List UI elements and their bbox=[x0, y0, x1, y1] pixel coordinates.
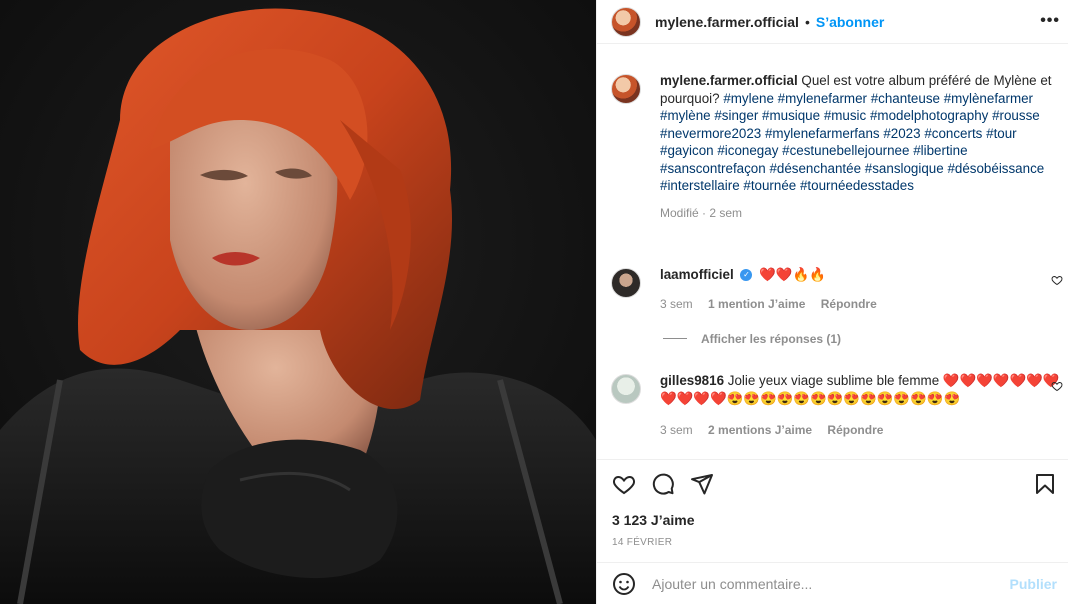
post-side-panel: mylene.farmer.official • S’abonner ••• m… bbox=[596, 0, 1068, 604]
commenter-username[interactable]: gilles9816 bbox=[660, 373, 724, 388]
portrait-image bbox=[0, 0, 596, 604]
replies-divider bbox=[663, 338, 687, 339]
hashtag-link[interactable]: #mylenefarmerfans bbox=[765, 126, 880, 141]
hashtag-link[interactable]: #mylene bbox=[723, 91, 774, 106]
add-comment-bar: Publier bbox=[597, 562, 1068, 604]
hashtag-link[interactable]: #libertine bbox=[913, 143, 967, 158]
more-icon[interactable]: ••• bbox=[1040, 12, 1060, 30]
likes-count[interactable]: 3 123 J’aime bbox=[612, 512, 695, 528]
publish-button[interactable]: Publier bbox=[1010, 576, 1057, 592]
hashtag-link[interactable]: #tournée bbox=[743, 178, 796, 193]
hashtag-link[interactable]: #music bbox=[824, 108, 866, 123]
comment-like-icon[interactable] bbox=[1051, 380, 1063, 392]
hashtag-link[interactable]: #gayicon bbox=[660, 143, 714, 158]
comment-item: laamofficiel ✓ ❤️❤️🔥🔥 3 sem 1 mention J’… bbox=[611, 266, 1063, 346]
hashtag-link[interactable]: #rousse bbox=[992, 108, 1040, 123]
post-date: 14 FÉVRIER bbox=[612, 537, 673, 548]
hashtag-link[interactable]: #concerts bbox=[924, 126, 982, 141]
paper-plane-icon[interactable] bbox=[690, 472, 714, 496]
hashtag-link[interactable]: #interstellaire bbox=[660, 178, 740, 193]
hashtag-link[interactable]: #désobéissance bbox=[947, 161, 1044, 176]
hashtag-link[interactable]: #chanteuse bbox=[871, 91, 940, 106]
hashtag-link[interactable]: #mylène bbox=[660, 108, 711, 123]
author-avatar[interactable] bbox=[611, 6, 641, 37]
action-icons bbox=[612, 472, 729, 496]
post-actions: 3 123 J’aime 14 FÉVRIER Publier bbox=[597, 459, 1068, 604]
view-replies-button[interactable]: Afficher les réponses (1) bbox=[663, 332, 1063, 346]
hashtag-link[interactable]: #tournéedesstades bbox=[800, 178, 914, 193]
comment-time: 3 sem bbox=[660, 423, 693, 437]
verified-badge-icon: ✓ bbox=[740, 269, 753, 282]
comment-item: gilles9816 Jolie yeux viage sublime ble … bbox=[611, 372, 1063, 437]
hashtag-link[interactable]: #modelphotography bbox=[870, 108, 988, 123]
hashtag-link[interactable]: #iconegay bbox=[717, 143, 778, 158]
comment-input[interactable] bbox=[652, 576, 992, 592]
caption-text: mylene.farmer.official Quel est votre al… bbox=[660, 72, 1067, 195]
comment-time: 3 sem bbox=[660, 296, 693, 311]
post-photo[interactable] bbox=[0, 0, 596, 604]
comment-meta: 3 sem 2 mentions J’aime Répondre bbox=[660, 423, 1063, 437]
emoji-icon[interactable] bbox=[612, 572, 636, 596]
comment-meta: 3 sem 1 mention J’aime Répondre bbox=[660, 297, 1063, 311]
hashtag-link[interactable]: #désenchantée bbox=[769, 161, 861, 176]
caption-meta: Modifié · 2 sem bbox=[660, 205, 743, 220]
comment-text-row: gilles9816 Jolie yeux viage sublime ble … bbox=[660, 372, 1063, 407]
caption-username[interactable]: mylene.farmer.official bbox=[660, 73, 798, 88]
reply-button[interactable]: Répondre bbox=[827, 423, 883, 437]
follow-button[interactable]: S’abonner bbox=[816, 14, 884, 30]
hashtag-link[interactable]: #2023 bbox=[883, 126, 920, 141]
hashtag-link[interactable]: #musique bbox=[762, 108, 820, 123]
comment-icon[interactable] bbox=[651, 472, 675, 496]
commenter-avatar[interactable] bbox=[611, 374, 641, 404]
caption-avatar[interactable] bbox=[611, 74, 641, 104]
comment-text: ❤️❤️🔥🔥 bbox=[759, 267, 826, 282]
heart-icon[interactable] bbox=[612, 472, 636, 496]
hashtag-link[interactable]: #mylenefarmer bbox=[778, 91, 867, 106]
hashtag-link[interactable]: #tour bbox=[986, 126, 1017, 141]
hashtag-link[interactable]: #sanscontrefaçon bbox=[660, 161, 766, 176]
comment-text-row: laamofficiel ✓ ❤️❤️🔥🔥 bbox=[660, 266, 1063, 284]
commenter-avatar[interactable] bbox=[611, 268, 641, 298]
post-header: mylene.farmer.official • S’abonner ••• bbox=[597, 0, 1068, 44]
hashtag-link[interactable]: #nevermore2023 bbox=[660, 126, 761, 141]
hashtag-link[interactable]: #mylènefarmer bbox=[944, 91, 1033, 106]
hashtag-link[interactable]: #sanslogique bbox=[865, 161, 944, 176]
hashtag-link[interactable]: #cestunebellejournee bbox=[782, 143, 909, 158]
comment-like-icon[interactable] bbox=[1051, 274, 1063, 286]
hashtag-link[interactable]: #singer bbox=[714, 108, 758, 123]
comment-likes[interactable]: 2 mentions J’aime bbox=[708, 423, 812, 437]
reply-button[interactable]: Répondre bbox=[821, 297, 877, 311]
bookmark-icon[interactable] bbox=[1033, 472, 1057, 496]
author-username[interactable]: mylene.farmer.official bbox=[655, 14, 799, 30]
separator-dot: • bbox=[804, 13, 810, 30]
view-replies-label: Afficher les réponses (1) bbox=[701, 331, 842, 346]
commenter-username[interactable]: laamofficiel bbox=[660, 267, 734, 282]
comment-likes[interactable]: 1 mention J’aime bbox=[708, 297, 805, 311]
post-caption: mylene.farmer.official Quel est votre al… bbox=[611, 72, 1067, 220]
